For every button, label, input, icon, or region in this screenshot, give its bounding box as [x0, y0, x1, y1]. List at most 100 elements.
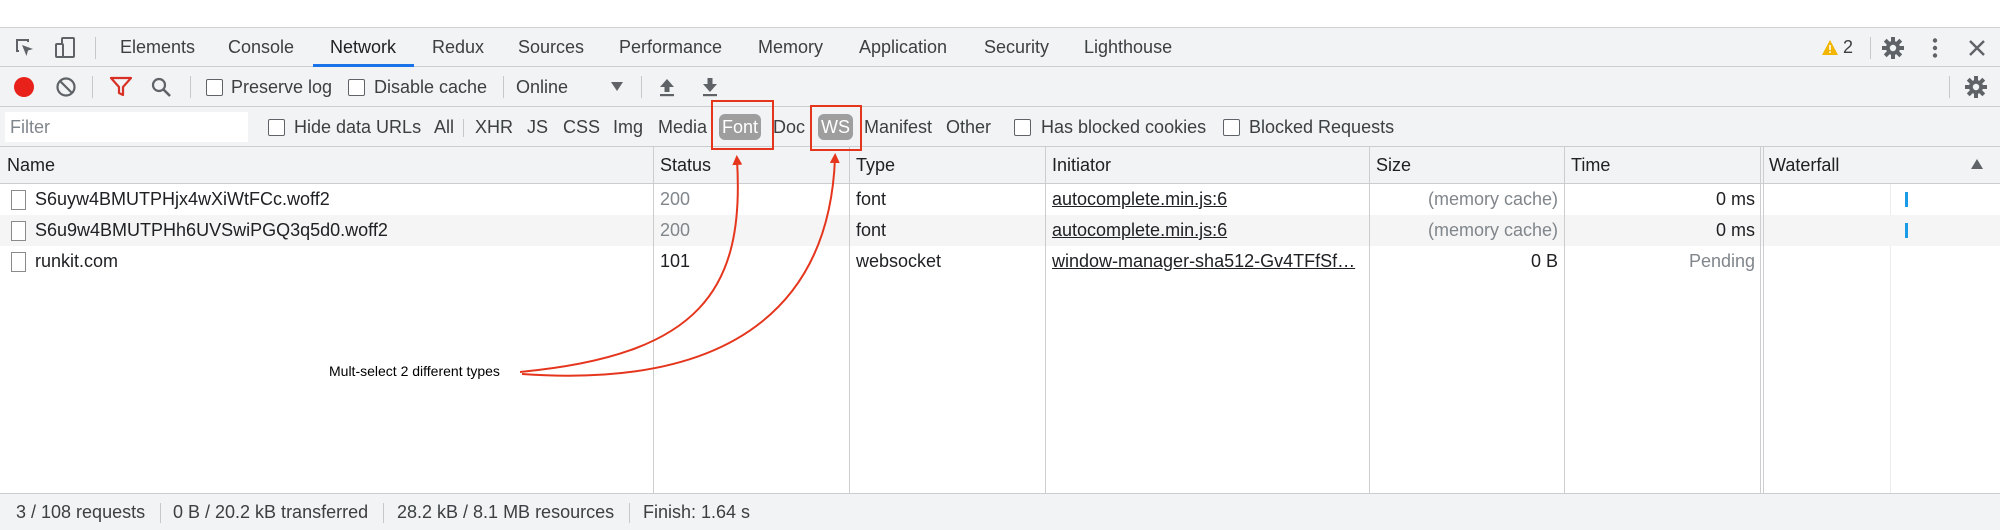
tab-memory[interactable]: Memory — [758, 28, 823, 67]
waterfall-timing-bar — [1905, 192, 1908, 207]
export-har-icon[interactable] — [696, 73, 724, 101]
blocked-requests-checkbox[interactable] — [1223, 119, 1240, 136]
column-header-initiator[interactable]: Initiator — [1045, 147, 1111, 184]
devtools-tab-bar: Elements Console Network Redux Sources P… — [0, 27, 2000, 67]
type-filter-media[interactable]: Media — [658, 107, 707, 147]
request-count: 3 / 108 requests — [16, 502, 146, 522]
annotation-label: Mult-select 2 different types — [329, 363, 500, 379]
table-row[interactable]: S6uyw4BMUTPHjx4wXiWtFCc.woff2 200 font a… — [0, 184, 2000, 215]
warning-icon — [1822, 40, 1838, 55]
request-initiator-link[interactable]: autocomplete.min.js:6 — [1052, 184, 1362, 215]
warnings-counter[interactable]: 2 — [1822, 28, 1853, 67]
network-toolbar: Preserve log Disable cache Online — [0, 67, 2000, 107]
column-header-time[interactable]: Time — [1564, 147, 1610, 184]
request-status: 200 — [660, 189, 691, 209]
import-har-icon[interactable] — [653, 73, 681, 101]
status-bar: 3 / 108 requests 0 B / 20.2 kB transferr… — [0, 493, 2000, 530]
search-icon[interactable] — [147, 73, 175, 101]
column-header-waterfall[interactable]: Waterfall — [1762, 147, 1839, 184]
type-filter-doc[interactable]: Doc — [773, 107, 805, 147]
request-status: 200 — [660, 220, 691, 240]
tab-sources[interactable]: Sources — [518, 28, 584, 67]
resources-size: 28.2 kB / 8.1 MB resources — [397, 502, 615, 522]
disable-cache-checkbox[interactable] — [348, 79, 365, 96]
settings-gear-icon[interactable] — [1879, 34, 1907, 62]
filter-icon[interactable] — [107, 73, 135, 101]
type-filter-other[interactable]: Other — [946, 107, 991, 147]
request-time: 0 ms — [1715, 220, 1755, 240]
type-filter-all[interactable]: All — [434, 107, 454, 147]
request-size: (memory cache) — [1427, 220, 1558, 240]
has-blocked-cookies-label: Has blocked cookies — [1041, 117, 1207, 137]
type-filter-js[interactable]: JS — [527, 107, 548, 147]
request-size: 0 B — [1530, 251, 1558, 271]
request-time: Pending — [1688, 251, 1755, 271]
device-toolbar-icon[interactable] — [51, 34, 79, 62]
waterfall-timing-bar — [1905, 223, 1908, 238]
type-filter-xhr[interactable]: XHR — [475, 107, 513, 147]
close-devtools-icon[interactable] — [1963, 34, 1991, 62]
has-blocked-cookies-checkbox[interactable] — [1014, 119, 1031, 136]
request-initiator-link[interactable]: autocomplete.min.js:6 — [1052, 215, 1362, 246]
column-divider[interactable] — [849, 147, 850, 493]
annotation-highlight-ws — [810, 105, 862, 151]
column-header-status[interactable]: Status — [653, 147, 711, 184]
column-divider[interactable] — [1045, 147, 1046, 493]
request-initiator-link[interactable]: window-manager-sha512-Gv4TFfSf… — [1052, 246, 1362, 277]
tab-console[interactable]: Console — [228, 28, 294, 67]
request-name: runkit.com — [35, 251, 119, 271]
tab-bar-separator — [1870, 37, 1871, 59]
column-divider[interactable] — [1564, 147, 1565, 493]
hide-data-urls-label: Hide data URLs — [294, 117, 422, 137]
finish-time: Finish: 1.64 s — [643, 502, 751, 522]
column-divider[interactable] — [1760, 147, 1761, 493]
chevron-down-icon — [611, 82, 623, 91]
inspect-element-icon[interactable] — [11, 34, 39, 62]
record-button-icon[interactable] — [10, 73, 38, 101]
type-filter-manifest[interactable]: Manifest — [864, 107, 932, 147]
table-row[interactable]: S6u9w4BMUTPHh6UVSwiPGQ3q5d0.woff2 200 fo… — [0, 215, 2000, 246]
status-separator — [160, 503, 161, 523]
tab-security[interactable]: Security — [984, 28, 1049, 67]
column-header-type[interactable]: Type — [849, 147, 895, 184]
type-filter-separator — [463, 119, 464, 137]
status-separator — [629, 503, 630, 523]
tab-performance[interactable]: Performance — [619, 28, 722, 67]
type-filter-img[interactable]: Img — [613, 107, 643, 147]
preserve-log-checkbox[interactable] — [206, 79, 223, 96]
tab-application[interactable]: Application — [859, 28, 947, 67]
status-separator — [383, 503, 384, 523]
more-options-icon[interactable] — [1921, 34, 1949, 62]
table-header: Name Status Type Initiator Size Time Wat… — [0, 147, 2000, 184]
table-row[interactable]: runkit.com 101 websocket window-manager-… — [0, 246, 2000, 277]
tab-network[interactable]: Network — [330, 28, 396, 67]
file-icon — [11, 252, 26, 272]
request-type: font — [856, 220, 887, 240]
filter-input[interactable] — [5, 112, 248, 142]
column-divider[interactable] — [653, 147, 654, 493]
preserve-log-label: Preserve log — [231, 77, 333, 97]
column-divider[interactable] — [1763, 147, 1764, 493]
request-type: font — [856, 189, 887, 209]
request-name: S6u9w4BMUTPHh6UVSwiPGQ3q5d0.woff2 — [35, 220, 388, 240]
network-settings-gear-icon[interactable] — [1962, 73, 1990, 101]
tab-elements[interactable]: Elements — [120, 28, 195, 67]
type-filter-css[interactable]: CSS — [563, 107, 600, 147]
column-divider[interactable] — [1369, 147, 1370, 493]
toolbar-separator — [641, 76, 642, 98]
throttling-select[interactable]: Online — [516, 67, 568, 107]
request-name: S6uyw4BMUTPHjx4wXiWtFCc.woff2 — [35, 189, 330, 209]
hide-data-urls-checkbox[interactable] — [268, 119, 285, 136]
tab-redux[interactable]: Redux — [432, 28, 484, 67]
network-request-table: Name Status Type Initiator Size Time Wat… — [0, 147, 2000, 493]
column-header-name[interactable]: Name — [0, 147, 55, 184]
disable-cache-label: Disable cache — [374, 77, 488, 97]
clear-log-icon[interactable] — [52, 73, 80, 101]
transferred-size: 0 B / 20.2 kB transferred — [173, 502, 369, 522]
request-status: 101 — [660, 251, 691, 271]
warnings-count: 2 — [1843, 37, 1854, 57]
tab-lighthouse[interactable]: Lighthouse — [1084, 28, 1172, 67]
file-icon — [11, 190, 26, 210]
sort-ascending-icon[interactable] — [1971, 159, 1983, 169]
column-header-size[interactable]: Size — [1369, 147, 1411, 184]
